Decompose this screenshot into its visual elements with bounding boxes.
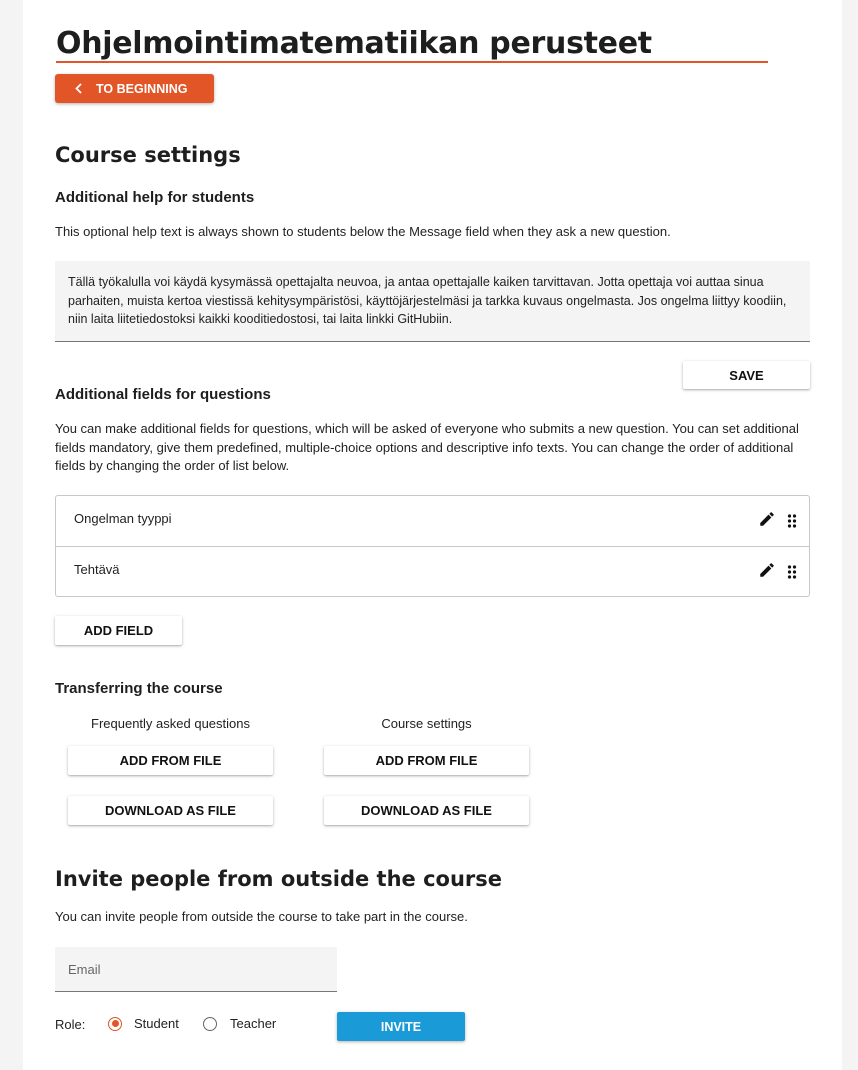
pencil-icon[interactable] — [758, 510, 776, 528]
save-button[interactable]: SAVE — [683, 361, 810, 389]
faq-add-from-file-button[interactable]: ADD FROM FILE — [68, 746, 273, 775]
drag-handle-icon[interactable] — [787, 565, 797, 579]
role-teacher-option[interactable]: Teacher — [203, 1016, 276, 1031]
course-settings-heading: Course settings — [55, 143, 241, 167]
additional-fields-heading: Additional fields for questions — [55, 386, 271, 403]
additional-fields-description: You can make additional fields for quest… — [55, 421, 799, 473]
to-beginning-button[interactable]: TO BEGINNING — [55, 74, 214, 103]
pencil-icon[interactable] — [758, 561, 776, 579]
settings-column-label: Course settings — [381, 716, 472, 731]
to-beginning-label: TO BEGINNING — [96, 81, 188, 96]
role-label: Role: — [55, 1017, 86, 1032]
chevron-left-icon — [75, 83, 82, 94]
radio-selected-dot — [111, 1020, 119, 1027]
invite-heading: Invite people from outside the course — [55, 867, 503, 891]
drag-handle-icon[interactable] — [787, 514, 797, 528]
add-field-button[interactable]: ADD FIELD — [55, 616, 182, 645]
field-label: Ongelman tyyppi — [74, 511, 172, 526]
invite-description: You can invite people from outside the c… — [55, 909, 468, 924]
student-radio-label: Student — [134, 1016, 179, 1031]
invite-button[interactable]: INVITE — [337, 1012, 465, 1041]
role-student-option[interactable]: Student — [108, 1016, 179, 1031]
additional-fields-list: Ongelman tyyppi Tehtävä — [55, 495, 810, 597]
page-title: Ohjelmointimatematiikan perusteet — [56, 26, 652, 61]
list-item: Tehtävä — [56, 546, 809, 596]
teacher-radio[interactable] — [203, 1016, 217, 1031]
transferring-heading: Transferring the course — [55, 680, 223, 697]
teacher-radio-label: Teacher — [230, 1016, 277, 1031]
settings-add-from-file-button[interactable]: ADD FROM FILE — [324, 746, 529, 775]
help-text-field[interactable]: Tällä työkalulla voi käydä kysymässä ope… — [55, 261, 810, 342]
field-label: Tehtävä — [74, 562, 120, 577]
faq-download-as-file-button[interactable]: DOWNLOAD AS FILE — [68, 796, 273, 825]
additional-help-description: This optional help text is always shown … — [55, 224, 671, 239]
settings-download-as-file-button[interactable]: DOWNLOAD AS FILE — [324, 796, 529, 825]
student-radio[interactable] — [108, 1016, 122, 1031]
email-field[interactable] — [55, 947, 337, 992]
additional-help-heading: Additional help for students — [55, 189, 255, 206]
list-item: Ongelman tyyppi — [56, 496, 809, 546]
title-underline — [56, 61, 768, 63]
faq-column-label: Frequently asked questions — [91, 716, 250, 731]
course-settings-page: Ohjelmointimatematiikan perusteet TO BEG… — [23, 0, 842, 1070]
